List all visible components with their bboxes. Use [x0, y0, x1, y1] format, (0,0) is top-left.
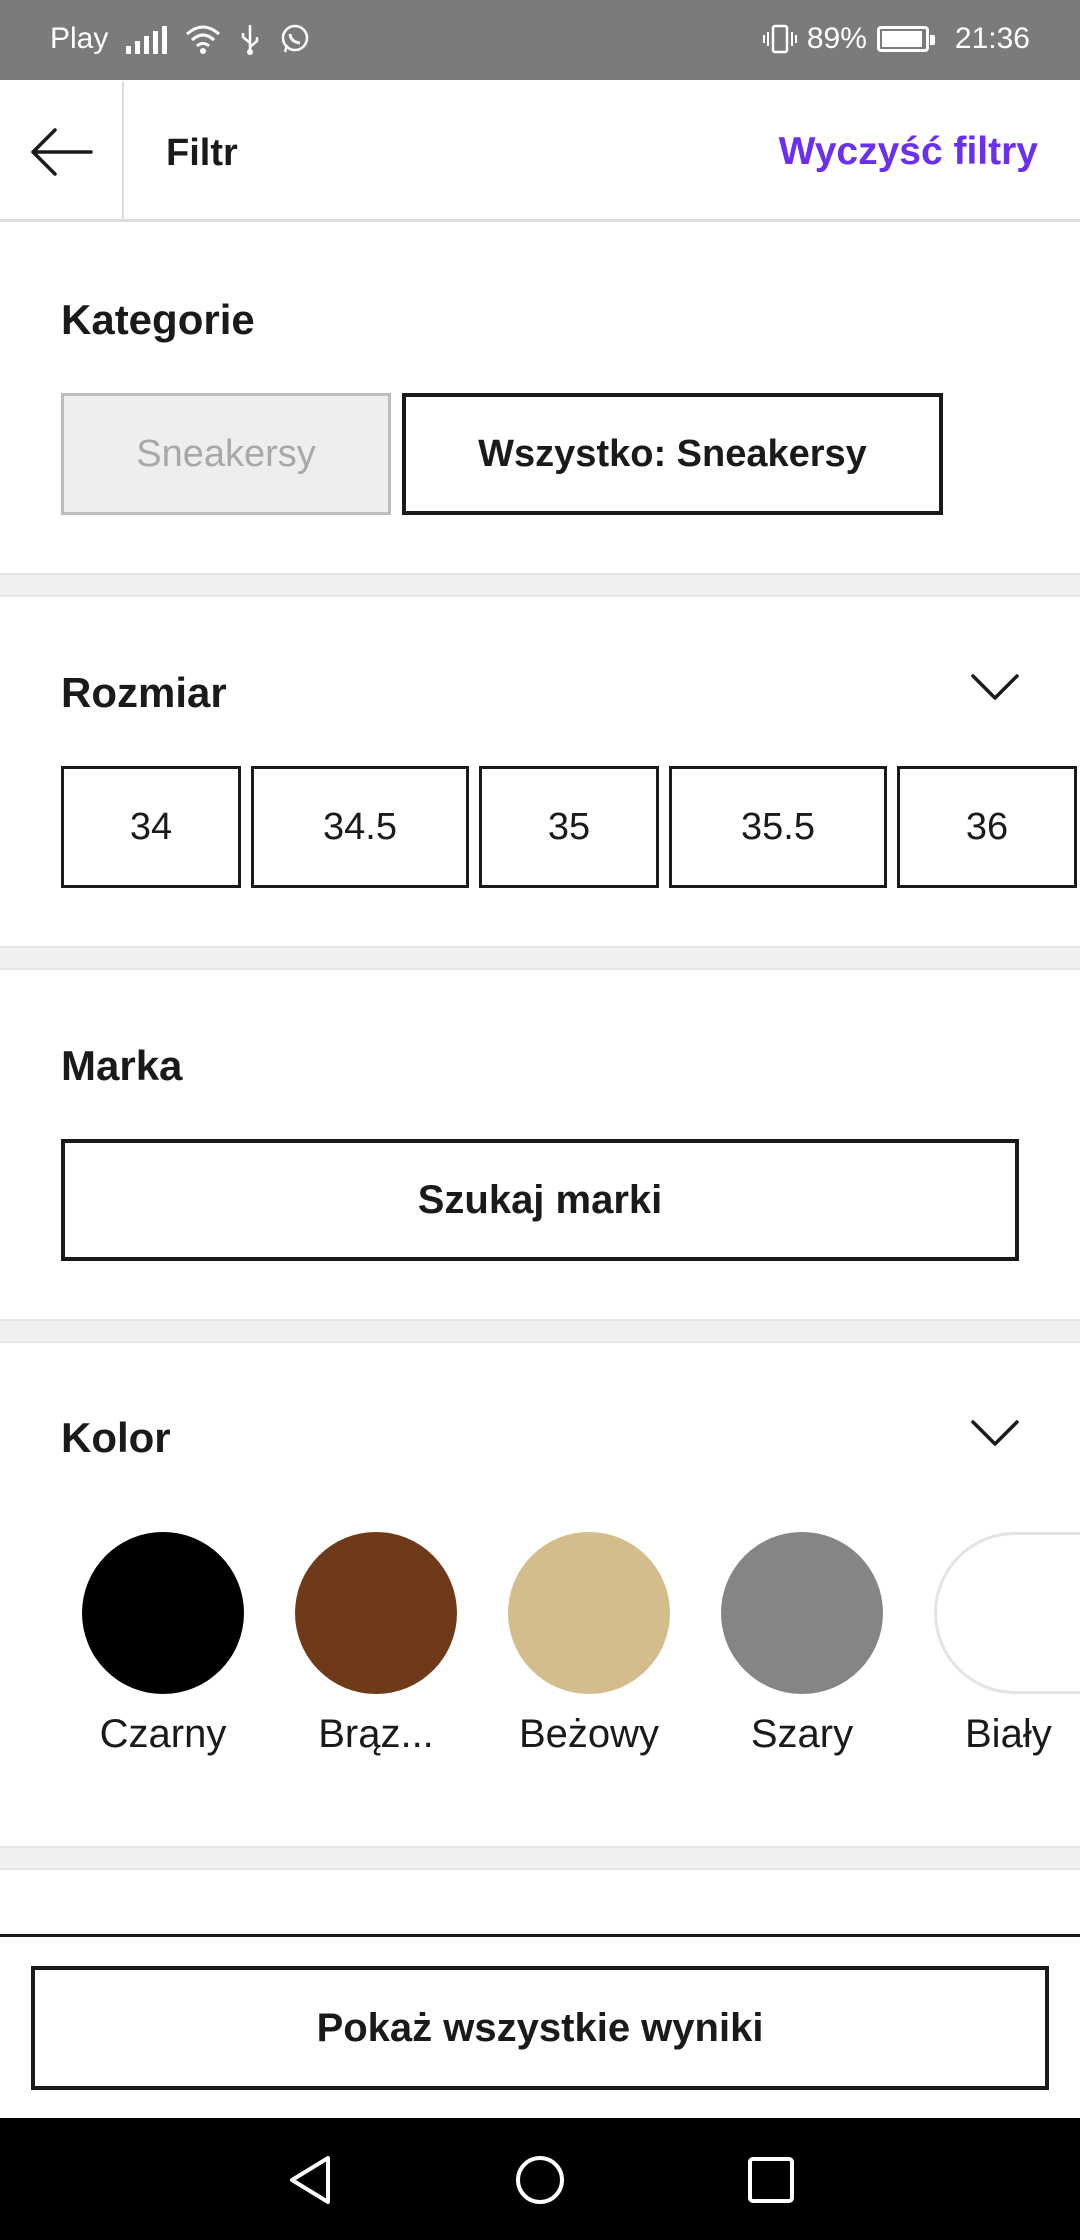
size-title: Rozmiar: [61, 669, 227, 716]
battery-icon: [876, 26, 935, 52]
size-option-35-5[interactable]: 35.5: [669, 766, 887, 888]
color-label-black: Czarny: [99, 1712, 227, 1756]
chevron-down-icon[interactable]: [970, 1418, 1020, 1448]
brand-title: Marka: [61, 1042, 183, 1089]
section-divider: [0, 573, 1080, 597]
section-divider: [0, 1319, 1080, 1343]
next-section-clipped: [0, 1870, 1080, 1940]
color-label-grey: Szary: [750, 1712, 854, 1756]
size-option-35[interactable]: 35: [479, 766, 659, 888]
color-swatch-brown[interactable]: [295, 1532, 457, 1694]
category-chip-sneakers[interactable]: Sneakersy: [61, 393, 391, 515]
system-nav-bar: [0, 2118, 1080, 2240]
arrow-left-icon: [31, 128, 93, 176]
clock: 21:36: [954, 22, 1030, 55]
wifi-icon: [186, 25, 221, 54]
size-option-34[interactable]: 34: [61, 766, 241, 888]
size-option-34-5[interactable]: 34.5: [251, 766, 469, 888]
color-swatch-beige[interactable]: [508, 1532, 670, 1694]
category-title: Kategorie: [61, 296, 255, 343]
color-swatch-white[interactable]: [934, 1532, 1080, 1694]
section-divider: [0, 1846, 1080, 1870]
signal-icon: [126, 24, 168, 54]
whatsapp-icon: [282, 24, 309, 53]
back-button[interactable]: [0, 82, 124, 222]
filter-header: Filtr Wyczyść filtry: [0, 82, 1080, 222]
bottom-action-bar: Pokaż wszystkie wyniki: [0, 1934, 1080, 2118]
show-all-results-button[interactable]: Pokaż wszystkie wyniki: [31, 1966, 1049, 2090]
color-swatch-grey[interactable]: [721, 1532, 883, 1694]
color-label-brown: Brąz...: [318, 1712, 434, 1756]
page-title: Filtr: [166, 132, 238, 174]
clear-filters-link[interactable]: Wyczyść filtry: [779, 130, 1038, 174]
usb-icon: [242, 25, 259, 55]
carrier-label: Play: [50, 22, 109, 55]
vibrate-icon: [762, 24, 797, 54]
color-label-white: Biały: [965, 1712, 1052, 1756]
category-chip-all-sneakers[interactable]: Wszystko: Sneakersy: [402, 393, 943, 515]
size-option-36[interactable]: 36: [897, 766, 1077, 888]
search-brand-button[interactable]: Szukaj marki: [61, 1139, 1019, 1261]
status-bar: Play 89% 21:36: [0, 0, 1080, 80]
chevron-down-icon[interactable]: [970, 672, 1020, 702]
battery-percent: 89%: [806, 22, 867, 55]
color-label-beige: Beżowy: [518, 1712, 660, 1756]
color-swatch-black[interactable]: [82, 1532, 244, 1694]
nav-back-icon[interactable]: [284, 2154, 336, 2206]
section-divider: [0, 946, 1080, 970]
nav-recents-icon[interactable]: [745, 2154, 797, 2206]
nav-home-icon[interactable]: [514, 2154, 566, 2206]
color-title: Kolor: [61, 1414, 171, 1461]
